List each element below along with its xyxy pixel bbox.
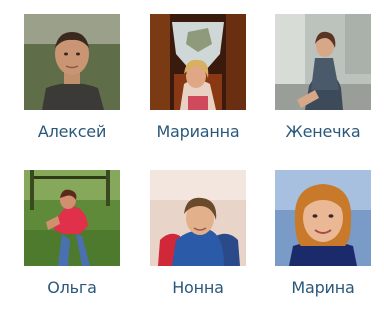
avatar[interactable] bbox=[24, 170, 120, 266]
avatar-photo bbox=[150, 170, 246, 266]
friend-name[interactable]: Марианна bbox=[138, 122, 258, 141]
avatar-photo bbox=[275, 14, 371, 110]
avatar[interactable] bbox=[275, 170, 371, 266]
friend-name[interactable]: Женечка bbox=[263, 122, 383, 141]
friends-grid: Алексей Марианна Женечка Ольга Нонна Мар… bbox=[0, 0, 384, 304]
friend-card-aleksey[interactable]: Алексей bbox=[24, 14, 144, 164]
friend-card-nonna[interactable]: Нонна bbox=[150, 170, 270, 320]
avatar-photo bbox=[150, 14, 246, 110]
avatar-photo bbox=[24, 14, 120, 110]
avatar[interactable] bbox=[150, 14, 246, 110]
friend-name[interactable]: Алексей bbox=[12, 122, 132, 141]
avatar-photo bbox=[24, 170, 120, 266]
friend-name[interactable]: Ольга bbox=[12, 278, 132, 297]
friend-name[interactable]: Нонна bbox=[138, 278, 258, 297]
avatar[interactable] bbox=[24, 14, 120, 110]
avatar-photo bbox=[275, 170, 371, 266]
avatar[interactable] bbox=[150, 170, 246, 266]
friend-card-zhenechka[interactable]: Женечка bbox=[275, 14, 384, 164]
avatar[interactable] bbox=[275, 14, 371, 110]
friend-card-olga[interactable]: Ольга bbox=[24, 170, 144, 320]
friend-card-marina[interactable]: Марина bbox=[275, 170, 384, 320]
friend-card-marianna[interactable]: Марианна bbox=[150, 14, 270, 164]
friend-name[interactable]: Марина bbox=[263, 278, 383, 297]
